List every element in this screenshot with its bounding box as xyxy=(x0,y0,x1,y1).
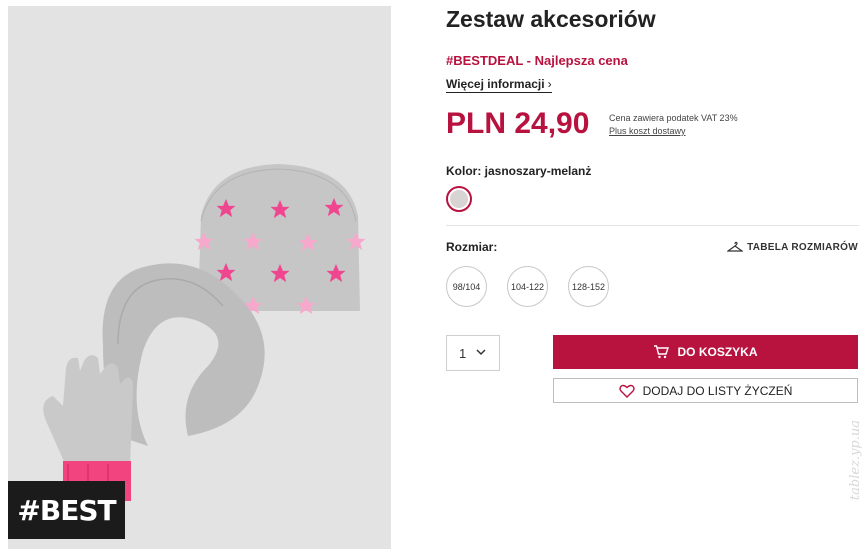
best-badge: #BEST xyxy=(8,481,125,539)
add-to-wishlist-button[interactable]: DODAJ DO LISTY ŻYCZEŃ xyxy=(553,378,858,403)
chevron-down-icon xyxy=(476,349,486,356)
quantity-value: 1 xyxy=(459,345,467,361)
product-price: PLN 24,90 xyxy=(446,107,590,140)
product-title: Zestaw akcesoriów xyxy=(446,6,656,32)
size-table-label: TABELA ROZMIARÓW xyxy=(747,241,858,253)
tax-note: Cena zawiera podatek VAT 23% xyxy=(609,113,738,123)
product-image[interactable]: #BEST xyxy=(8,6,391,549)
color-swatch[interactable] xyxy=(446,186,472,212)
heart-icon xyxy=(618,384,635,398)
size-option[interactable]: 98/104 xyxy=(446,266,487,307)
size-option[interactable]: 104-122 xyxy=(507,266,548,307)
cart-icon xyxy=(654,345,670,359)
size-table-link[interactable]: TABELA ROZMIARÓW xyxy=(727,241,858,253)
quantity-select[interactable]: 1 xyxy=(446,335,500,371)
size-label: Rozmiar: xyxy=(446,240,498,254)
hanger-icon xyxy=(727,241,744,252)
size-option[interactable]: 128-152 xyxy=(568,266,609,307)
product-photo xyxy=(43,164,366,501)
divider xyxy=(446,225,859,226)
add-to-cart-label: DO KOSZYKA xyxy=(677,345,758,359)
size-options: 98/104 104-122 128-152 xyxy=(446,266,609,307)
add-to-cart-button[interactable]: DO KOSZYKA xyxy=(553,335,858,369)
tax-info: Cena zawiera podatek VAT 23% Plus koszt … xyxy=(609,112,738,138)
shipping-cost-link[interactable]: Plus koszt dostawy xyxy=(609,125,738,138)
color-label: Kolor: jasnoszary-melanż xyxy=(446,164,592,178)
more-info-link[interactable]: Więcej informacji › xyxy=(446,77,552,93)
chevron-right-icon: › xyxy=(547,77,552,91)
more-info-label: Więcej informacji xyxy=(446,77,545,91)
color-swatch-fill xyxy=(450,190,468,208)
add-to-wishlist-label: DODAJ DO LISTY ŻYCZEŃ xyxy=(642,383,793,398)
watermark: tablez.yp.ua xyxy=(848,420,863,501)
deal-label: #BESTDEAL - Najlepsza cena xyxy=(446,53,628,68)
